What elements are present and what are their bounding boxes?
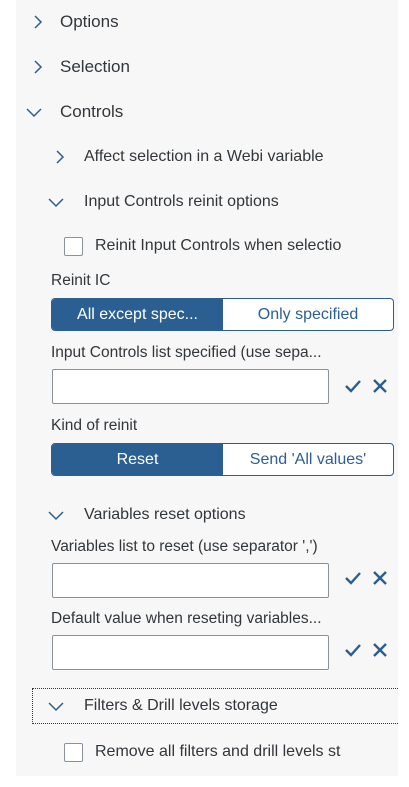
default-value-label: Default value when reseting variables...	[51, 610, 322, 627]
tree-item-affect-selection[interactable]: Affect selection in a Webi variable	[52, 145, 324, 169]
default-value-field[interactable]	[52, 635, 329, 670]
check-icon[interactable]	[344, 569, 362, 587]
checkbox-label: Remove all filters and drill levels st	[95, 743, 341, 760]
chevron-down-icon	[48, 507, 64, 523]
tree-item-options[interactable]: Options	[30, 10, 119, 34]
kind-of-reinit-label: Kind of reinit	[51, 417, 138, 434]
chevron-right-icon	[30, 59, 46, 75]
input-controls-list-field[interactable]	[52, 369, 329, 404]
tree-item-label: Affect selection in a Webi variable	[84, 148, 324, 165]
tree-item-variables-reset[interactable]: Variables reset options	[48, 503, 246, 527]
tree-item-label: Variables reset options	[84, 506, 246, 523]
check-icon[interactable]	[344, 641, 362, 659]
variables-list-field[interactable]	[52, 563, 329, 598]
reinit-ic-option-only-specified[interactable]: Only specified	[223, 299, 393, 330]
checkbox-label: Reinit Input Controls when selectio	[95, 237, 342, 254]
reinit-ic-label: Reinit IC	[51, 272, 111, 289]
close-icon[interactable]	[371, 569, 389, 587]
chevron-down-icon	[26, 104, 42, 120]
input-controls-list-label: Input Controls list specified (use sepa.…	[51, 344, 322, 361]
tree-item-label: Input Controls reinit options	[84, 193, 279, 210]
kind-of-reinit-option-reset[interactable]: Reset	[52, 444, 223, 475]
variables-list-label: Variables list to reset (use separator '…	[51, 538, 318, 555]
kind-of-reinit-segmented-control[interactable]: Reset Send 'All values'	[51, 443, 394, 476]
chevron-right-icon	[30, 14, 46, 30]
chevron-right-icon	[52, 149, 68, 165]
checkbox[interactable]	[64, 742, 83, 762]
reinit-ic-option-all-except[interactable]: All except spec...	[52, 299, 223, 330]
chevron-down-icon	[48, 194, 64, 210]
reinit-input-controls-checkbox[interactable]: Reinit Input Controls when selectio	[64, 234, 398, 258]
tree-item-input-controls-reinit[interactable]: Input Controls reinit options	[48, 190, 279, 214]
kind-of-reinit-option-send-all-values[interactable]: Send 'All values'	[223, 444, 393, 475]
settings-panel: Options Selection Controls Affect select…	[16, 0, 398, 776]
tree-item-label: Selection	[60, 57, 130, 76]
tree-item-label: Filters & Drill levels storage	[84, 697, 278, 714]
remove-filters-checkbox[interactable]: Remove all filters and drill levels st	[64, 740, 398, 764]
close-icon[interactable]	[371, 377, 389, 395]
reinit-ic-segmented-control[interactable]: All except spec... Only specified	[51, 298, 394, 331]
checkbox[interactable]	[64, 236, 83, 256]
tree-item-controls[interactable]: Controls	[26, 100, 123, 124]
tree-item-label: Controls	[60, 102, 124, 121]
tree-item-filters-drill[interactable]: Filters & Drill levels storage	[48, 694, 278, 718]
tree-item-label: Options	[60, 12, 119, 31]
tree-item-selection[interactable]: Selection	[30, 55, 130, 79]
check-icon[interactable]	[344, 377, 362, 395]
close-icon[interactable]	[371, 641, 389, 659]
chevron-down-icon	[48, 698, 64, 714]
